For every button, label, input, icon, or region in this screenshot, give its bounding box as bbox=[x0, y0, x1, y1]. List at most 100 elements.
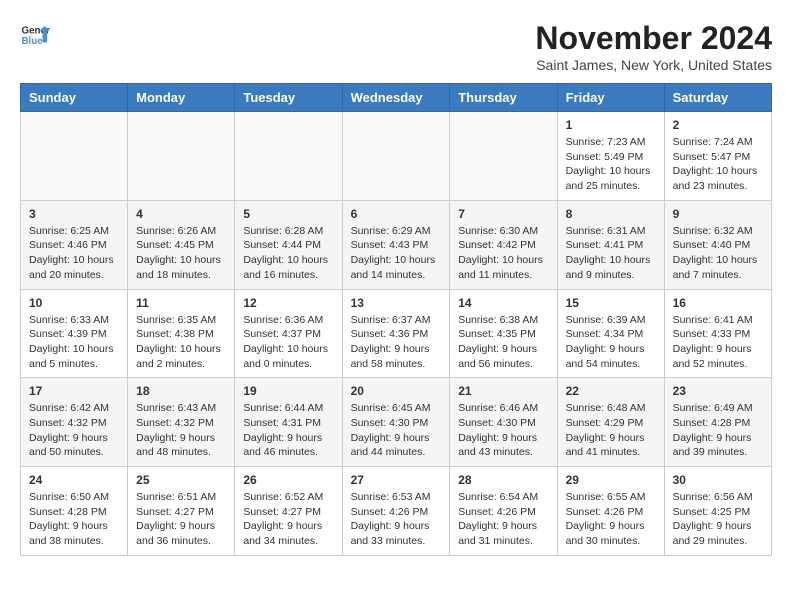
day-info: Sunrise: 6:39 AM Sunset: 4:34 PM Dayligh… bbox=[566, 313, 656, 372]
calendar-cell: 21Sunrise: 6:46 AM Sunset: 4:30 PM Dayli… bbox=[450, 378, 557, 467]
day-info: Sunrise: 6:36 AM Sunset: 4:37 PM Dayligh… bbox=[243, 313, 333, 372]
day-info: Sunrise: 6:55 AM Sunset: 4:26 PM Dayligh… bbox=[566, 490, 656, 549]
day-info: Sunrise: 6:52 AM Sunset: 4:27 PM Dayligh… bbox=[243, 490, 333, 549]
day-number: 27 bbox=[351, 473, 442, 487]
calendar-cell: 10 Sunrise: 6:33 AM Sunset: 4:39 PM Dayli… bbox=[21, 289, 128, 378]
day-info: Sunrise: 6:29 AM Sunset: 4:43 PM Dayligh… bbox=[351, 224, 442, 283]
day-number: 30 bbox=[673, 473, 763, 487]
day-info: Sunrise: 7:24 AM Sunset: 5:47 PM Dayligh… bbox=[673, 135, 763, 194]
day-info: Sunrise: 6:32 AM Sunset: 4:40 PM Dayligh… bbox=[673, 224, 763, 283]
day-number: 24 bbox=[29, 473, 119, 487]
day-info: Sunrise: 6:25 AM Sunset: 4:46 PM Dayligh… bbox=[29, 224, 119, 283]
day-number: 10 bbox=[29, 296, 119, 310]
calendar-cell: 1 Sunrise: 7:23 AM Sunset: 5:49 PM Daylig… bbox=[557, 112, 664, 201]
calendar-cell bbox=[235, 112, 342, 201]
day-header-thursday: Thursday bbox=[450, 84, 557, 112]
day-number: 11 bbox=[136, 296, 226, 310]
day-info: Sunrise: 6:41 AM Sunset: 4:33 PM Dayligh… bbox=[673, 313, 763, 372]
day-info: Sunrise: 6:42 AM Sunset: 4:32 PM Dayligh… bbox=[29, 401, 119, 460]
calendar-cell bbox=[450, 112, 557, 201]
day-info: Sunrise: 6:48 AM Sunset: 4:29 PM Dayligh… bbox=[566, 401, 656, 460]
day-number: 19 bbox=[243, 384, 333, 398]
day-number: 22 bbox=[566, 384, 656, 398]
day-number: 18 bbox=[136, 384, 226, 398]
calendar-cell: 15 Sunrise: 6:39 AM Sunset: 4:34 PM Dayli… bbox=[557, 289, 664, 378]
day-info: Sunrise: 6:43 AM Sunset: 4:32 PM Dayligh… bbox=[136, 401, 226, 460]
day-info: Sunrise: 6:28 AM Sunset: 4:44 PM Dayligh… bbox=[243, 224, 333, 283]
day-info: Sunrise: 6:37 AM Sunset: 4:36 PM Dayligh… bbox=[351, 313, 442, 372]
day-info: Sunrise: 6:54 AM Sunset: 4:26 PM Dayligh… bbox=[458, 490, 548, 549]
day-number: 13 bbox=[351, 296, 442, 310]
day-info: Sunrise: 6:49 AM Sunset: 4:28 PM Dayligh… bbox=[673, 401, 763, 460]
calendar-cell: 6Sunrise: 6:29 AM Sunset: 4:43 PM Daylig… bbox=[342, 200, 450, 289]
day-number: 7 bbox=[458, 207, 548, 221]
day-header-monday: Monday bbox=[128, 84, 235, 112]
calendar-week-row: 3 Sunrise: 6:25 AM Sunset: 4:46 PM Daylig… bbox=[21, 200, 772, 289]
logo-icon: General Blue bbox=[20, 20, 50, 50]
day-number: 4 bbox=[136, 207, 226, 221]
day-number: 23 bbox=[673, 384, 763, 398]
calendar-cell bbox=[128, 112, 235, 201]
day-number: 20 bbox=[351, 384, 442, 398]
calendar-cell: 3 Sunrise: 6:25 AM Sunset: 4:46 PM Daylig… bbox=[21, 200, 128, 289]
calendar-cell: 19 Sunrise: 6:44 AM Sunset: 4:31 PM Dayli… bbox=[235, 378, 342, 467]
day-info: Sunrise: 6:35 AM Sunset: 4:38 PM Dayligh… bbox=[136, 313, 226, 372]
day-number: 2 bbox=[673, 118, 763, 132]
calendar-cell: 11 Sunrise: 6:35 AM Sunset: 4:38 PM Dayli… bbox=[128, 289, 235, 378]
day-header-tuesday: Tuesday bbox=[235, 84, 342, 112]
calendar-cell: 30 Sunrise: 6:56 AM Sunset: 4:25 PM Dayli… bbox=[664, 467, 771, 556]
day-info: Sunrise: 7:23 AM Sunset: 5:49 PM Dayligh… bbox=[566, 135, 656, 194]
day-info: Sunrise: 6:31 AM Sunset: 4:41 PM Dayligh… bbox=[566, 224, 656, 283]
calendar-cell: 23 Sunrise: 6:49 AM Sunset: 4:28 PM Dayli… bbox=[664, 378, 771, 467]
calendar-cell: 17 Sunrise: 6:42 AM Sunset: 4:32 PM Dayli… bbox=[21, 378, 128, 467]
day-number: 29 bbox=[566, 473, 656, 487]
calendar-week-row: 10 Sunrise: 6:33 AM Sunset: 4:39 PM Dayli… bbox=[21, 289, 772, 378]
day-number: 26 bbox=[243, 473, 333, 487]
calendar-header-row: SundayMondayTuesdayWednesdayThursdayFrid… bbox=[21, 84, 772, 112]
day-info: Sunrise: 6:30 AM Sunset: 4:42 PM Dayligh… bbox=[458, 224, 548, 283]
day-number: 15 bbox=[566, 296, 656, 310]
page-header: General Blue November 2024 Saint James, … bbox=[20, 20, 772, 73]
day-header-friday: Friday bbox=[557, 84, 664, 112]
day-info: Sunrise: 6:56 AM Sunset: 4:25 PM Dayligh… bbox=[673, 490, 763, 549]
day-header-saturday: Saturday bbox=[664, 84, 771, 112]
calendar-cell: 2 Sunrise: 7:24 AM Sunset: 5:47 PM Daylig… bbox=[664, 112, 771, 201]
day-info: Sunrise: 6:44 AM Sunset: 4:31 PM Dayligh… bbox=[243, 401, 333, 460]
calendar-cell: 28 Sunrise: 6:54 AM Sunset: 4:26 PM Dayli… bbox=[450, 467, 557, 556]
day-number: 3 bbox=[29, 207, 119, 221]
day-number: 8 bbox=[566, 207, 656, 221]
calendar-cell: 26 Sunrise: 6:52 AM Sunset: 4:27 PM Dayli… bbox=[235, 467, 342, 556]
day-number: 25 bbox=[136, 473, 226, 487]
calendar-cell: 22 Sunrise: 6:48 AM Sunset: 4:29 PM Dayli… bbox=[557, 378, 664, 467]
day-header-sunday: Sunday bbox=[21, 84, 128, 112]
day-number: 17 bbox=[29, 384, 119, 398]
calendar-cell: 5Sunrise: 6:28 AM Sunset: 4:44 PM Daylig… bbox=[235, 200, 342, 289]
day-info: Sunrise: 6:33 AM Sunset: 4:39 PM Dayligh… bbox=[29, 313, 119, 372]
day-number: 12 bbox=[243, 296, 333, 310]
day-info: Sunrise: 6:46 AM Sunset: 4:30 PM Dayligh… bbox=[458, 401, 548, 460]
calendar-cell: 16Sunrise: 6:41 AM Sunset: 4:33 PM Dayli… bbox=[664, 289, 771, 378]
day-number: 28 bbox=[458, 473, 548, 487]
month-title: November 2024 bbox=[535, 20, 772, 57]
day-number: 9 bbox=[673, 207, 763, 221]
day-number: 1 bbox=[566, 118, 656, 132]
calendar-cell: 14 Sunrise: 6:38 AM Sunset: 4:35 PM Dayli… bbox=[450, 289, 557, 378]
calendar-cell: 9 Sunrise: 6:32 AM Sunset: 4:40 PM Daylig… bbox=[664, 200, 771, 289]
calendar-cell: 12 Sunrise: 6:36 AM Sunset: 4:37 PM Dayli… bbox=[235, 289, 342, 378]
location-title: Saint James, New York, United States bbox=[535, 57, 772, 73]
calendar-cell: 13 Sunrise: 6:37 AM Sunset: 4:36 PM Dayli… bbox=[342, 289, 450, 378]
calendar-week-row: 24 Sunrise: 6:50 AM Sunset: 4:28 PM Dayli… bbox=[21, 467, 772, 556]
calendar-table: SundayMondayTuesdayWednesdayThursdayFrid… bbox=[20, 83, 772, 556]
calendar-cell: 4Sunrise: 6:26 AM Sunset: 4:45 PM Daylig… bbox=[128, 200, 235, 289]
calendar-cell: 29 Sunrise: 6:55 AM Sunset: 4:26 PM Dayli… bbox=[557, 467, 664, 556]
calendar-cell bbox=[21, 112, 128, 201]
day-info: Sunrise: 6:53 AM Sunset: 4:26 PM Dayligh… bbox=[351, 490, 442, 549]
calendar-cell: 7 Sunrise: 6:30 AM Sunset: 4:42 PM Daylig… bbox=[450, 200, 557, 289]
day-info: Sunrise: 6:50 AM Sunset: 4:28 PM Dayligh… bbox=[29, 490, 119, 549]
day-info: Sunrise: 6:38 AM Sunset: 4:35 PM Dayligh… bbox=[458, 313, 548, 372]
logo: General Blue bbox=[20, 20, 50, 50]
calendar-cell: 25Sunrise: 6:51 AM Sunset: 4:27 PM Dayli… bbox=[128, 467, 235, 556]
day-number: 14 bbox=[458, 296, 548, 310]
calendar-cell: 20Sunrise: 6:45 AM Sunset: 4:30 PM Dayli… bbox=[342, 378, 450, 467]
calendar-cell: 27 Sunrise: 6:53 AM Sunset: 4:26 PM Dayli… bbox=[342, 467, 450, 556]
